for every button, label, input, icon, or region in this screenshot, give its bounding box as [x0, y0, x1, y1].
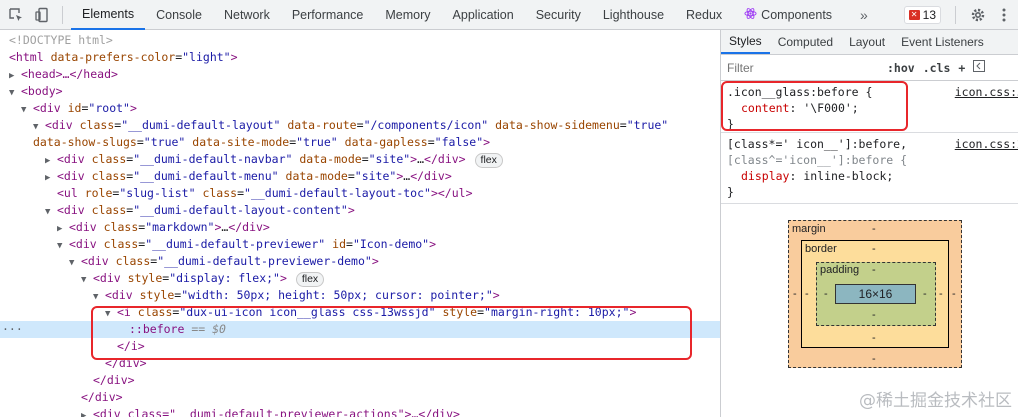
error-count: 13: [922, 8, 936, 22]
toolbar-separator: [62, 5, 63, 24]
styles-panel: Styles Computed Layout Event Listeners :…: [721, 30, 1018, 417]
padding-right-value: -: [923, 288, 927, 300]
tree-line-div-close[interactable]: </div>: [0, 389, 720, 406]
margin-bottom-value: -: [872, 353, 876, 365]
rule-selector-dim: [class^='icon__']:before {: [727, 153, 908, 167]
margin-top-value: -: [872, 223, 876, 235]
tree-line-ul[interactable]: <ul role="slug-list" class="__dumi-defau…: [0, 185, 720, 202]
tab-computed[interactable]: Computed: [770, 30, 841, 54]
class-toggle[interactable]: .cls: [923, 61, 951, 75]
tree-line-html[interactable]: <html data-prefers-color="light">: [0, 49, 720, 66]
tab-lighthouse[interactable]: Lighthouse: [592, 0, 675, 30]
rule-declaration[interactable]: display: inline-block;: [727, 168, 1012, 184]
more-actions-dots-icon[interactable]: ···: [2, 321, 23, 338]
flex-badge[interactable]: flex: [295, 272, 325, 287]
tab-redux[interactable]: Redux: [675, 0, 733, 30]
border-right-value: -: [939, 288, 943, 300]
border-top-value: -: [872, 243, 876, 255]
padding-bottom-value: -: [872, 309, 876, 321]
tab-elements[interactable]: Elements: [71, 0, 146, 30]
more-options-icon[interactable]: [994, 5, 1014, 25]
tab-console[interactable]: Console: [145, 0, 213, 30]
styles-filter-input[interactable]: [727, 60, 887, 75]
settings-gear-icon[interactable]: [968, 5, 988, 25]
tree-line-doctype[interactable]: <!DOCTYPE html>: [0, 32, 720, 49]
margin-right-value: -: [952, 288, 956, 300]
panel-tabs: Elements Console Network Performance Mem…: [71, 0, 879, 30]
box-model-content[interactable]: 16×16: [835, 284, 916, 304]
tree-line-root[interactable]: ▼ <div id="root">: [0, 100, 720, 117]
tree-line-layout[interactable]: ▼ <div class="__dumi-default-layout" data…: [0, 117, 720, 134]
tree-line-actions-partial[interactable]: ▶ <div class="__dumi-default-previewer-ac…: [0, 406, 720, 417]
annotation-highlight-box: [721, 81, 908, 131]
annotation-highlight-box: [91, 306, 692, 360]
rule-source-link[interactable]: icon.css:3: [955, 84, 1018, 100]
tree-line-layout-cont[interactable]: data-show-slugs="true" data-site-mode="t…: [0, 134, 720, 151]
border-label: border: [805, 243, 837, 255]
tab-layout[interactable]: Layout: [841, 30, 893, 54]
tab-components-label: Components: [761, 7, 833, 22]
flex-badge[interactable]: flex: [474, 153, 503, 168]
padding-left-value: -: [824, 288, 828, 300]
error-count-badge[interactable]: ✕ 13: [903, 6, 941, 24]
expand-triangle-icon[interactable]: ▶: [81, 408, 93, 417]
css-rule-icon-prefix[interactable]: [class*=' icon__']:before, [class^='icon…: [721, 133, 1018, 204]
react-icon: [744, 7, 757, 23]
box-model: 16×16 margin - - - - border - - - - padd…: [721, 210, 1018, 417]
padding-label: padding: [820, 264, 860, 276]
tree-line-flex-div[interactable]: ▼ <div style="display: flex;"> flex: [0, 270, 720, 287]
toolbar-separator: [955, 6, 956, 24]
tab-application[interactable]: Application: [442, 0, 525, 30]
tree-line-div-close[interactable]: </div>: [0, 372, 720, 389]
tree-line-markdown[interactable]: ▶ <div class="markdown">…</div>: [0, 219, 720, 236]
tab-network[interactable]: Network: [213, 0, 281, 30]
rule-close-brace: }: [727, 185, 734, 199]
watermark: @稀土掘金技术社区: [859, 391, 1012, 411]
tab-memory[interactable]: Memory: [374, 0, 441, 30]
tab-security[interactable]: Security: [525, 0, 592, 30]
tree-line-content[interactable]: ▼ <div class="__dumi-default-layout-conte…: [0, 202, 720, 219]
tab-performance[interactable]: Performance: [281, 0, 375, 30]
device-toolbar-icon[interactable]: [32, 5, 52, 25]
tree-line-body[interactable]: ▼ <body>: [0, 83, 720, 100]
tab-event-listeners[interactable]: Event Listeners: [893, 30, 992, 54]
styles-filter-row: :hov .cls +: [721, 55, 1018, 81]
more-tabs-button[interactable]: »: [849, 0, 879, 30]
hover-state-toggle[interactable]: :hov: [887, 61, 915, 75]
border-left-value: -: [805, 288, 809, 300]
rule-source-link[interactable]: icon.css:2: [955, 136, 1018, 152]
margin-left-value: -: [793, 288, 797, 300]
tab-components[interactable]: Components: [733, 0, 843, 30]
tree-line-head[interactable]: ▶ <head>…</head>: [0, 66, 720, 83]
inspect-element-icon[interactable]: [6, 5, 26, 25]
padding-top-value: -: [872, 264, 876, 276]
tree-line-previewer-demo[interactable]: ▼ <div class="__dumi-default-previewer-de…: [0, 253, 720, 270]
error-icon: ✕: [908, 10, 920, 20]
tree-line-navbar[interactable]: ▶ <div class="__dumi-default-navbar" data…: [0, 151, 720, 168]
sidebar-tabs: Styles Computed Layout Event Listeners: [721, 30, 1018, 55]
tree-line-box-div[interactable]: ▼ <div style="width: 50px; height: 50px; …: [0, 287, 720, 304]
toggle-sidebar-icon[interactable]: [973, 60, 986, 75]
elements-tree: <!DOCTYPE html> <html data-prefers-color…: [0, 31, 720, 417]
tree-line-previewer[interactable]: ▼ <div class="__dumi-default-previewer" i…: [0, 236, 720, 253]
content-size: 16×16: [858, 287, 893, 301]
border-bottom-value: -: [872, 332, 876, 344]
tab-styles[interactable]: Styles: [721, 30, 770, 54]
toolbar-right: ✕ 13: [903, 0, 1018, 30]
new-rule-button[interactable]: +: [958, 61, 965, 75]
margin-label: margin: [792, 223, 826, 235]
tree-line-menu[interactable]: ▶ <div class="__dumi-default-menu" data-m…: [0, 168, 720, 185]
devtools-toolbar: Elements Console Network Performance Mem…: [0, 0, 1018, 30]
